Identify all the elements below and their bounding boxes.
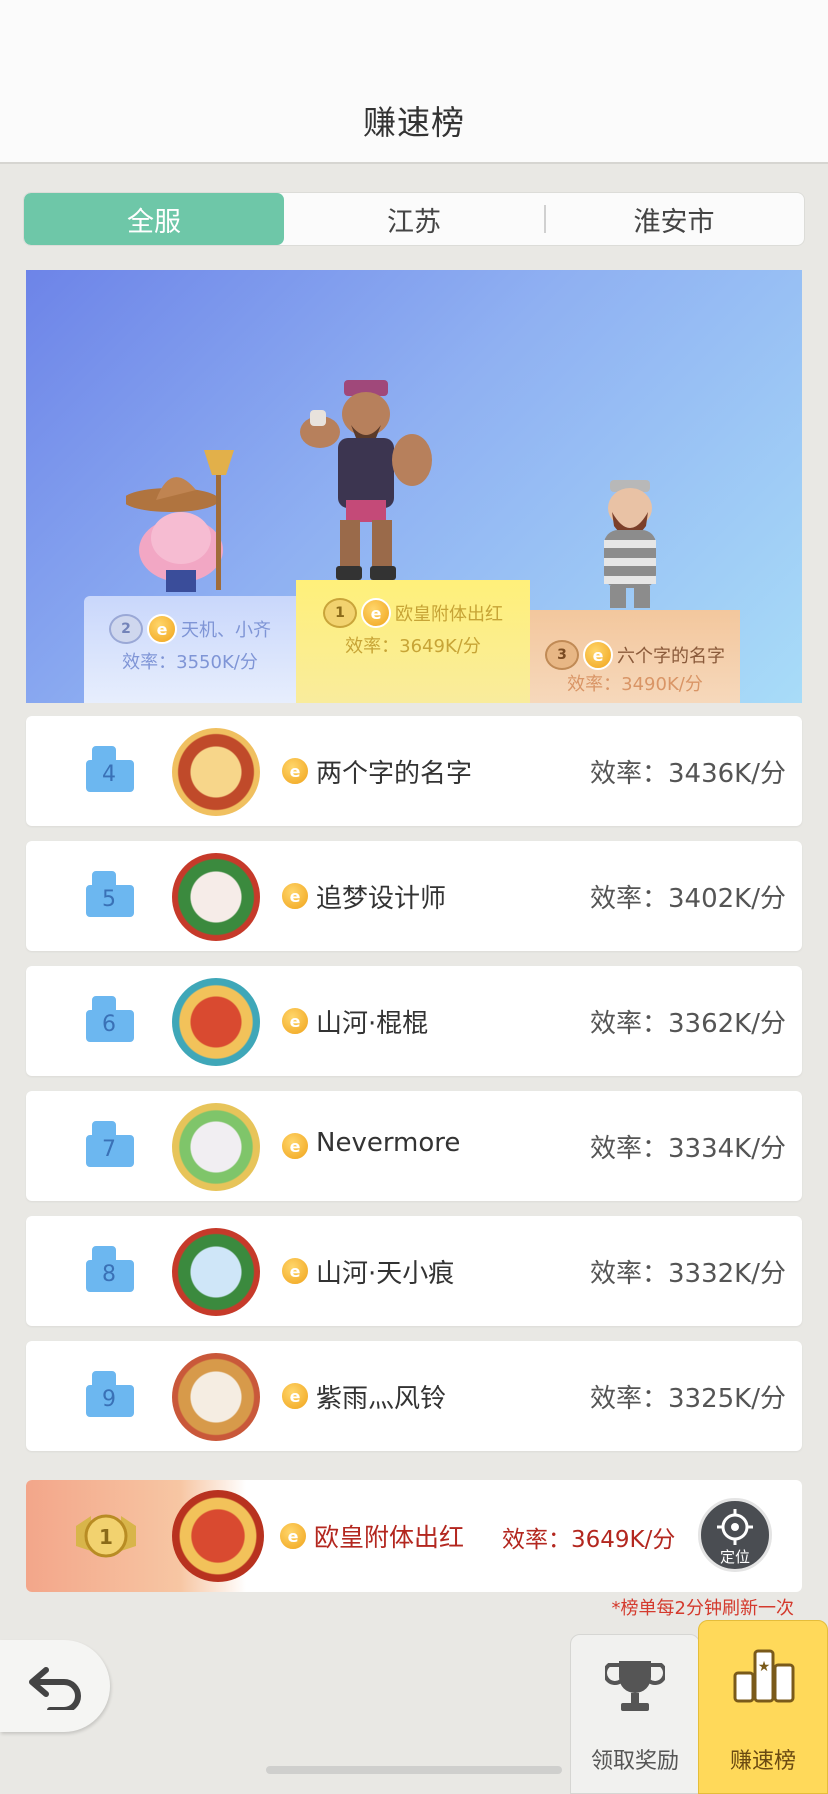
user-name: 山河·棍棍 (316, 1009, 429, 1039)
tab-city[interactable]: 淮安市 (544, 193, 804, 245)
claim-reward-label: 领取奖励 (590, 1749, 679, 1774)
efficiency-value: 效率：3332K/分 (590, 1259, 786, 1289)
efficiency-value: 效率：3436K/分 (590, 759, 786, 789)
locate-button[interactable]: 定位 (698, 1498, 772, 1572)
coin-icon: e (583, 640, 613, 670)
ranking-list: 4 e 两个字的名字 效率：3436K/分 5 e 追梦设计师 效率：3402K… (26, 716, 802, 1466)
thumbs-badge-icon: 7 (82, 1117, 136, 1171)
thumbs-badge-icon: 9 (82, 1367, 136, 1421)
my-efficiency-value: 效率：3649K/分 (502, 1527, 676, 1553)
page-title: 赚速榜 (363, 103, 465, 142)
home-indicator (266, 1766, 562, 1774)
svg-text:1: 1 (99, 1525, 113, 1549)
podium-first[interactable]: 1 e 欧皇附体出红 效率：3649K/分 (296, 580, 530, 703)
back-arrow-icon (29, 1667, 81, 1710)
avatar[interactable] (172, 728, 260, 816)
podium-third-efficiency: 效率：3490K/分 (567, 674, 703, 695)
table-row[interactable]: 9 e 紫雨灬风铃 效率：3325K/分 (26, 1341, 802, 1451)
thumbs-badge-icon: 6 (82, 992, 136, 1046)
podium-second[interactable]: 2 e 天机、小齐 效率：3550K/分 (84, 596, 296, 703)
trophy-icon (605, 1661, 665, 1711)
thumbs-badge-icon: 8 (82, 1242, 136, 1296)
podium-third-name: 六个字的名字 (617, 646, 725, 667)
my-rank-row[interactable]: 1 e 欧皇附体出红 效率：3649K/分 定位 (26, 1480, 802, 1592)
avatar[interactable] (172, 978, 260, 1066)
speed-rank-button[interactable]: ★ 赚速榜 (698, 1620, 828, 1794)
refresh-note: *榜单每2分钟刷新一次 (611, 1598, 794, 1619)
leaderboard-icon: ★ (733, 1649, 795, 1703)
coin-icon: e (280, 881, 310, 911)
user-name: 紫雨灬风铃 (316, 1384, 447, 1414)
third-place-character (604, 480, 656, 608)
podium-second-name: 天机、小齐 (181, 620, 271, 641)
coin-icon: e (280, 1256, 310, 1286)
podium-second-efficiency: 效率：3550K/分 (122, 652, 258, 673)
tab-all-server[interactable]: 全服 (24, 193, 284, 245)
bronze-medal-icon: 3 (545, 640, 579, 670)
user-name: 追梦设计师 (316, 884, 447, 914)
target-icon (717, 1509, 753, 1545)
table-row[interactable]: 7 e Nevermore 效率：3334K/分 (26, 1091, 802, 1201)
coin-icon: e (361, 598, 391, 628)
avatar[interactable] (172, 1228, 260, 1316)
table-row[interactable]: 5 e 追梦设计师 效率：3402K/分 (26, 841, 802, 951)
thumbs-badge-icon: 4 (82, 742, 136, 796)
thumbs-badge-icon: 5 (82, 867, 136, 921)
claim-reward-button[interactable]: 领取奖励 (570, 1634, 700, 1794)
user-name: Nevermore (316, 1128, 461, 1158)
gold-medal-icon: 1 (76, 1514, 136, 1558)
silver-medal-icon: 2 (109, 614, 143, 644)
avatar[interactable] (172, 1353, 260, 1441)
region-tabs: 全服 江苏 淮安市 (23, 192, 805, 246)
efficiency-value: 效率：3325K/分 (590, 1384, 786, 1414)
second-place-character (126, 450, 234, 592)
svg-text:★: ★ (758, 1659, 771, 1675)
efficiency-value: 效率：3362K/分 (590, 1009, 786, 1039)
efficiency-value: 效率：3334K/分 (590, 1134, 786, 1164)
efficiency-value: 效率：3402K/分 (590, 884, 786, 914)
table-row[interactable]: 4 e 两个字的名字 效率：3436K/分 (26, 716, 802, 826)
podium-third[interactable]: 3 e 六个字的名字 效率：3490K/分 (530, 610, 740, 703)
avatar[interactable] (172, 853, 260, 941)
top-three-podium: 2 e 天机、小齐 效率：3550K/分 1 e 欧皇附体出红 效率：3649K… (26, 270, 802, 703)
avatar[interactable] (172, 1490, 264, 1582)
back-button[interactable] (0, 1640, 110, 1732)
coin-icon: e (147, 614, 177, 644)
podium-first-efficiency: 效率：3649K/分 (345, 636, 481, 657)
podium-first-name: 欧皇附体出红 (395, 604, 503, 625)
coin-icon: e (280, 1381, 310, 1411)
coin-icon: e (280, 1006, 310, 1036)
tab-province[interactable]: 江苏 (284, 193, 544, 245)
coin-icon: e (280, 756, 310, 786)
table-row[interactable]: 6 e 山河·棍棍 效率：3362K/分 (26, 966, 802, 1076)
coin-icon: e (278, 1521, 308, 1551)
gold-medal-icon: 1 (323, 598, 357, 628)
avatar[interactable] (172, 1103, 260, 1191)
user-name: 两个字的名字 (316, 759, 473, 789)
first-place-character (300, 380, 432, 580)
speed-rank-label: 赚速榜 (729, 1749, 796, 1774)
my-user-name: 欧皇附体出红 (314, 1523, 465, 1552)
coin-icon: e (280, 1131, 310, 1161)
locate-label: 定位 (719, 1548, 750, 1566)
user-name: 山河·天小痕 (316, 1259, 455, 1289)
table-row[interactable]: 8 e 山河·天小痕 效率：3332K/分 (26, 1216, 802, 1326)
header: 赚速榜 (0, 0, 828, 164)
